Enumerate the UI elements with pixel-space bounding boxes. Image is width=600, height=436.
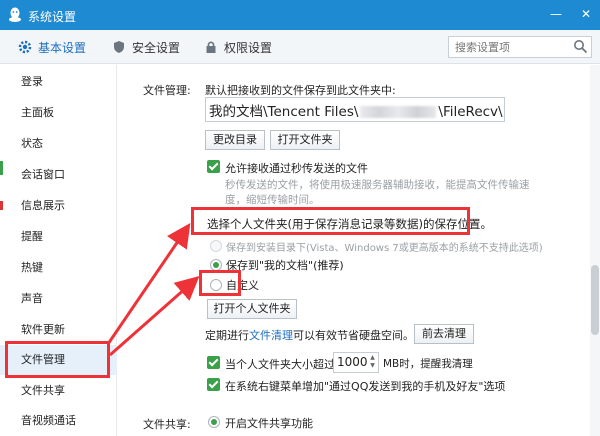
tab-security-settings[interactable]: 安全设置 (112, 30, 180, 64)
sidebar-item-status[interactable]: 状态 (0, 129, 117, 159)
change-directory-button[interactable]: 更改目录 (205, 130, 265, 150)
minimize-icon[interactable]: — (546, 4, 566, 24)
tab-basic-settings[interactable]: 基本设置 (18, 30, 86, 64)
go-cleanup-button[interactable]: 前去清理 (414, 324, 474, 344)
context-menu-checkbox[interactable] (207, 378, 220, 391)
sidebar-item-reminder[interactable]: 提醒 (0, 222, 117, 252)
instant-transfer-hint-2: 度，缩短传输时间。 (225, 194, 320, 206)
open-folder-button[interactable]: 打开文件夹 (270, 130, 340, 150)
size-reminder-suffix: MB时，提醒我清理 (383, 358, 473, 370)
enable-file-share-label: 开启文件共享功能 (225, 417, 313, 430)
radio-install-dir (210, 240, 222, 252)
scrollbar-thumb[interactable] (591, 265, 599, 335)
radio-enable-file-share[interactable] (208, 416, 220, 428)
title-bar: 系统设置 — ✕ (0, 0, 600, 30)
download-path-field[interactable]: 我的文档\Tencent Files\ \FileRecv\ (205, 97, 505, 122)
annotation-box-custom (199, 270, 241, 296)
sidebar-item-main-panel[interactable]: 主面板 (0, 98, 117, 128)
sidebar-item-hotkeys[interactable]: 热键 (0, 253, 117, 283)
allow-instant-transfer-label: 允许接收通过秒传发送的文件 (225, 162, 368, 175)
qq-logo-icon (9, 7, 21, 22)
scrollbar-track[interactable] (590, 65, 600, 436)
sidebar-item-chat-window[interactable]: 会话窗口 (0, 160, 117, 190)
close-icon[interactable]: ✕ (576, 4, 596, 24)
radio-install-dir-label: 保存到安装目录下(Vista、Windows 7或更高版本的系统不支持此选项) (226, 243, 543, 254)
window-title: 系统设置 (28, 10, 77, 24)
size-reminder-label: 当个人文件夹大小超过 (225, 358, 335, 371)
sidebar-item-file-sharing[interactable]: 文件共享 (0, 376, 117, 406)
instant-transfer-hint: 秒传发送的文件，将使用极速服务器辅助接收，能提高文件传输速 (225, 179, 530, 191)
spinner-arrows-icon[interactable]: ▲ ▼ (368, 354, 377, 371)
allow-instant-transfer-checkbox[interactable] (207, 160, 220, 173)
context-menu-label: 在系统右键菜单增加"通过QQ发送到我的手机及好友"选项 (225, 380, 506, 393)
search-icon[interactable] (573, 39, 588, 54)
sidebar: 登录 主面板 状态 会话窗口 信息展示 提醒 热键 声音 软件更新 文件管理 文… (0, 65, 117, 436)
redacted-qq-number (360, 106, 437, 118)
sidebar-item-sound[interactable]: 声音 (0, 284, 117, 314)
cleanup-text: 定期进行文件清理可以有效节省硬盘空间。 (205, 329, 414, 342)
save-folder-description: 默认把接收到的文件保存到此文件夹中: (205, 84, 396, 97)
open-personal-folder-button[interactable]: 打开个人文件夹 (207, 299, 297, 319)
search-input[interactable] (448, 36, 592, 58)
annotation-box-file-management (5, 341, 110, 378)
sidebar-item-info-display[interactable]: 信息展示 (0, 191, 117, 221)
tab-permission-settings[interactable]: 权限设置 (204, 30, 272, 64)
shield-icon (114, 41, 124, 53)
file-management-section-label: 文件管理: (143, 84, 191, 97)
lock-icon (206, 41, 216, 53)
gear-icon (18, 40, 32, 54)
sidebar-item-av-call[interactable]: 音视频通话 (0, 406, 117, 436)
annotation-box-personal-folder (191, 207, 470, 235)
file-cleanup-link[interactable]: 文件清理 (249, 329, 293, 342)
size-limit-spinner[interactable]: 1000 ▲ ▼ (333, 352, 379, 373)
radio-my-documents-label: 保存到"我的文档"(推荐) (226, 259, 344, 272)
tab-bar: 基本设置 安全设置 权限设置 (0, 30, 600, 64)
sidebar-item-login[interactable]: 登录 (0, 67, 117, 97)
file-share-section-label: 文件共享: (143, 418, 191, 431)
size-reminder-checkbox[interactable] (207, 356, 220, 369)
